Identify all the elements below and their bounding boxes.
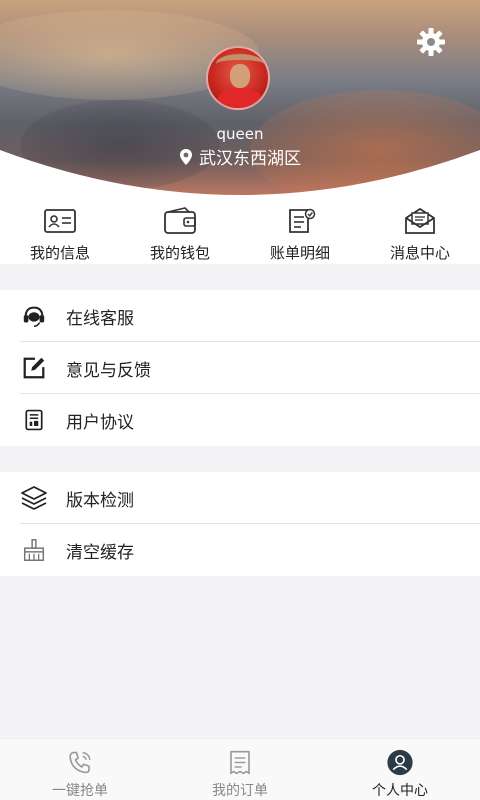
menu-item-label: 在线客服 <box>66 308 134 329</box>
order-list-icon <box>230 750 250 775</box>
avatar[interactable] <box>206 46 270 110</box>
username: queen <box>216 125 264 143</box>
layers-icon <box>20 484 48 512</box>
menu-group-app: 版本检测 清空缓存 <box>0 472 480 576</box>
quick-action-label: 消息中心 <box>389 244 450 262</box>
tab-label: 一键抢单 <box>52 783 108 799</box>
tab-personal-center[interactable]: 个人中心 <box>320 739 480 800</box>
menu-item-label: 意见与反馈 <box>66 360 151 381</box>
quick-action-label: 我的钱包 <box>149 244 210 262</box>
headset-icon <box>20 302 48 330</box>
id-card-icon <box>44 209 76 233</box>
quick-action-label: 账单明细 <box>269 244 330 262</box>
edit-icon <box>20 354 48 382</box>
location-pin-icon <box>180 148 192 165</box>
bottom-tab-bar: 一键抢单 我的订单 个人中心 <box>0 738 480 800</box>
profile-header: queen 武汉东西湖区 <box>0 0 480 200</box>
wallet-icon <box>164 207 196 234</box>
location-text: 武汉东西湖区 <box>199 149 301 169</box>
menu-group-services: 在线客服 意见与反馈 用户协议 <box>0 290 480 446</box>
settings-gear-icon[interactable] <box>415 26 447 58</box>
tab-my-orders[interactable]: 我的订单 <box>160 739 320 800</box>
tab-label: 个人中心 <box>372 783 428 799</box>
location: 武汉东西湖区 <box>0 144 480 169</box>
document-icon <box>20 406 48 434</box>
mail-icon <box>405 207 435 234</box>
tab-label: 我的订单 <box>212 783 268 799</box>
bill-detail-icon <box>289 208 316 233</box>
tab-grab-order[interactable]: 一键抢单 <box>0 739 160 800</box>
menu-item-label: 用户协议 <box>66 412 134 433</box>
menu-item-online-support[interactable]: 在线客服 <box>0 290 480 342</box>
menu-item-version-check[interactable]: 版本检测 <box>0 472 480 524</box>
quick-actions: 我的信息 我的钱包 账单明细 消息中心 <box>0 200 480 264</box>
menu-item-label: 版本检测 <box>66 490 134 511</box>
menu-item-label: 清空缓存 <box>66 542 134 563</box>
quick-action-bill-details[interactable]: 账单明细 <box>240 200 360 264</box>
quick-action-message-center[interactable]: 消息中心 <box>360 200 480 264</box>
menu-item-clear-cache[interactable]: 清空缓存 <box>0 524 480 576</box>
user-icon <box>387 749 413 776</box>
quick-action-my-wallet[interactable]: 我的钱包 <box>120 200 240 264</box>
menu-item-user-agreement[interactable]: 用户协议 <box>0 394 480 446</box>
phone-call-icon <box>69 751 91 774</box>
broom-icon <box>20 536 48 564</box>
quick-action-my-info[interactable]: 我的信息 <box>0 200 120 264</box>
menu-item-feedback[interactable]: 意见与反馈 <box>0 342 480 394</box>
quick-action-label: 我的信息 <box>29 244 90 262</box>
